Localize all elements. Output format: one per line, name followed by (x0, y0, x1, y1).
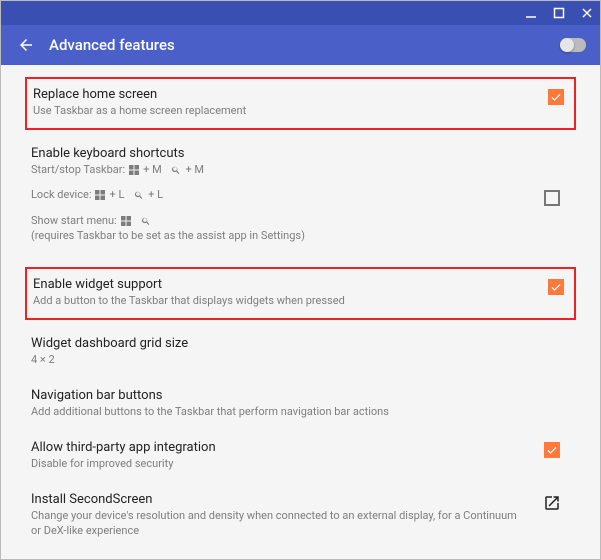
item-nav-buttons[interactable]: Navigation bar buttons Add additional bu… (31, 378, 570, 430)
checkbox-third-party[interactable] (544, 442, 560, 458)
shortcut-start-menu-note: (requires Taskbar to be set as the assis… (31, 229, 552, 244)
windows-key-icon (94, 189, 106, 201)
item-widget-support[interactable]: Enable widget support Add a button to th… (25, 267, 576, 320)
windows-key-icon (128, 164, 140, 176)
checkbox-replace-home[interactable] (548, 89, 564, 105)
item-subtitle: Add additional buttons to the Taskbar th… (31, 405, 552, 420)
back-button[interactable] (15, 34, 37, 56)
item-subtitle: Use Taskbar as a home screen replacement (33, 104, 532, 119)
item-subtitle: Add a button to the Taskbar that display… (33, 294, 532, 309)
item-title: Navigation bar buttons (31, 388, 552, 403)
item-replace-home-screen[interactable]: Replace home screen Use Taskbar as a hom… (25, 77, 576, 130)
item-third-party[interactable]: Allow third-party app integration Disabl… (31, 430, 570, 482)
item-second-screen[interactable]: Install SecondScreen Change your device'… (31, 482, 570, 549)
item-title: Install SecondScreen (31, 492, 528, 507)
search-key-icon (133, 189, 145, 201)
item-reset-prefs[interactable]: Reset per-app preferences (31, 548, 570, 559)
page-title: Advanced features (49, 36, 560, 54)
app-window: Advanced features Replace home screen Us… (0, 0, 601, 560)
item-title: Widget dashboard grid size (31, 336, 552, 351)
titlebar (1, 1, 600, 25)
minimize-button[interactable] (524, 6, 538, 20)
item-title: Allow third-party app integration (31, 440, 528, 455)
master-toggle[interactable] (560, 38, 586, 52)
item-subtitle: 4 × 2 (31, 353, 552, 368)
settings-list: Replace home screen Use Taskbar as a hom… (1, 65, 600, 559)
search-key-icon (140, 215, 152, 227)
appbar: Advanced features (1, 25, 600, 65)
shortcut-lock-device: Lock device: + L + L (31, 188, 528, 203)
close-button[interactable] (580, 6, 594, 20)
search-key-icon (170, 164, 182, 176)
maximize-button[interactable] (552, 6, 566, 20)
shortcut-start-menu: Show start menu: (31, 214, 552, 229)
item-subtitle: Disable for improved security (31, 457, 528, 472)
item-title: Enable widget support (33, 277, 532, 292)
item-subtitle: Change your device's resolution and dens… (31, 509, 528, 539)
external-link-icon[interactable] (543, 494, 561, 512)
shortcut-start-stop: Start/stop Taskbar: + M + M (31, 163, 552, 178)
checkbox-widget-support[interactable] (548, 279, 564, 295)
windows-key-icon (120, 215, 132, 227)
item-title: Enable keyboard shortcuts (31, 146, 552, 161)
item-title: Replace home screen (33, 87, 532, 102)
item-title: Reset per-app preferences (31, 558, 564, 559)
checkbox-keyboard-shortcuts[interactable] (544, 190, 560, 206)
item-grid-size[interactable]: Widget dashboard grid size 4 × 2 (31, 326, 570, 378)
item-keyboard-shortcuts[interactable]: Enable keyboard shortcuts Start/stop Tas… (31, 136, 570, 258)
